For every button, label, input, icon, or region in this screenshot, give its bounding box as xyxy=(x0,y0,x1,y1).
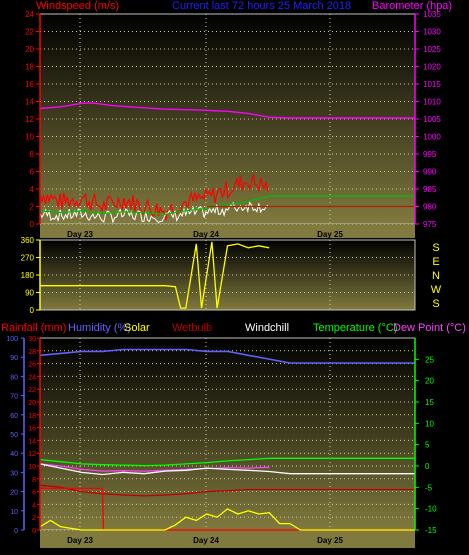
direction-label-0: S xyxy=(432,242,439,254)
wind-tick-label-10: 20 xyxy=(25,45,34,54)
rain-tick-label-12: 24 xyxy=(28,374,36,381)
temp-tick-label-2: -5 xyxy=(425,483,433,492)
humidity-tick-label-10: 100 xyxy=(6,336,18,343)
wind-day-label-1: Day 24 xyxy=(193,230,219,239)
rain-tick-label-11: 22 xyxy=(28,387,36,394)
temperature-axis-title: Temperature (°C) xyxy=(313,322,397,334)
baro-tick-label-10: 1025 xyxy=(423,45,441,54)
temp-tick-label-8: 25 xyxy=(425,355,434,364)
chart-panel-3 xyxy=(39,337,416,531)
temp-day-label-0: Day 23 xyxy=(67,536,93,545)
baro-tick-label-4: 995 xyxy=(423,150,437,159)
baro-tick-label-8: 1015 xyxy=(423,80,441,89)
rain-tick-label-2: 4 xyxy=(32,502,36,509)
wind-day-label-2: Day 25 xyxy=(317,230,343,239)
baro-tick-label-1: 980 xyxy=(423,203,437,212)
wind-tick-label-11: 22 xyxy=(25,28,34,37)
rain-tick-label-6: 12 xyxy=(28,451,36,458)
rain-tick-label-13: 26 xyxy=(28,362,36,369)
humidity-tick-label-0: 0 xyxy=(14,528,18,535)
wind-day-label-0: Day 23 xyxy=(67,230,93,239)
baro-tick-label-6: 1005 xyxy=(423,115,441,124)
temp-tick-label-0: -15 xyxy=(425,526,437,535)
solar-legend-label: Solar xyxy=(124,322,150,334)
direction-label-4: S xyxy=(432,298,439,310)
baro-tick-label-2: 985 xyxy=(423,185,437,194)
wind-tick-label-3: 6 xyxy=(30,168,35,177)
wind-day-strip xyxy=(40,224,415,238)
baro-tick-label-5: 1000 xyxy=(423,133,441,142)
wind-tick-label-6: 12 xyxy=(25,115,34,124)
wind-tick-label-0: 0 xyxy=(30,220,35,229)
baro-tick-label-7: 1010 xyxy=(423,98,441,107)
humidity-tick-label-6: 60 xyxy=(10,413,18,420)
temp-tick-label-4: 5 xyxy=(425,441,430,450)
rain-tick-label-4: 8 xyxy=(32,477,36,484)
humidity-tick-label-5: 50 xyxy=(10,432,18,439)
wind-tick-label-9: 18 xyxy=(25,63,34,72)
temp-tick-label-3: 0 xyxy=(425,462,430,471)
chart-title: Current last 72 hours 25 March 2018 xyxy=(172,0,351,12)
wind-tick-label-2: 4 xyxy=(30,185,35,194)
windchill-legend-label: Windchill xyxy=(245,322,289,334)
direction-label-3: W xyxy=(431,284,442,296)
dir-tick-label-4: 360 xyxy=(21,236,35,245)
direction-label-1: E xyxy=(432,256,439,268)
rain-tick-label-15: 30 xyxy=(28,336,36,343)
rain-tick-label-5: 10 xyxy=(28,464,36,471)
humidity-tick-label-8: 80 xyxy=(10,374,18,381)
baro-tick-label-0: 975 xyxy=(423,220,437,229)
humidity-tick-label-9: 90 xyxy=(10,355,18,362)
wetbulb-legend-label: Wetbulb xyxy=(172,322,212,334)
temp-tick-label-7: 20 xyxy=(425,377,434,386)
dir-tick-label-1: 90 xyxy=(25,289,34,298)
weather-graphs: 0 2 4 6 8 10 12 14 16 18 20 22 24 975 980 985 990 995 1000… xyxy=(0,0,469,555)
rain-tick-label-9: 18 xyxy=(28,413,36,420)
humidity-tick-label-1: 10 xyxy=(10,509,18,516)
wind-tick-label-4: 8 xyxy=(30,150,35,159)
temp-tick-label-5: 10 xyxy=(425,419,434,428)
temp-tick-label-1: -10 xyxy=(425,505,437,514)
direction-label-2: N xyxy=(432,270,440,282)
temp-day-strip xyxy=(40,530,415,548)
windspeed-axis-title: Windspeed (m/s) xyxy=(36,0,119,12)
dewpoint-axis-title: Dew Point (°C) xyxy=(393,322,466,334)
rain-tick-label-0: 0 xyxy=(32,528,36,535)
rain-tick-label-8: 16 xyxy=(28,426,36,433)
temp-tick-label-6: 15 xyxy=(425,398,434,407)
temp-day-label-1: Day 24 xyxy=(193,536,219,545)
humidity-tick-label-3: 30 xyxy=(10,470,18,477)
barometer-axis-title: Barometer (hpa) xyxy=(372,0,452,12)
wind-tick-label-8: 16 xyxy=(25,80,34,89)
rain-tick-label-7: 14 xyxy=(28,438,36,445)
baro-tick-label-3: 990 xyxy=(423,168,437,177)
rain-tick-label-3: 6 xyxy=(32,490,36,497)
baro-tick-label-11: 1030 xyxy=(423,28,441,37)
wind-tick-label-1: 2 xyxy=(30,203,35,212)
humidity-tick-label-2: 20 xyxy=(10,490,18,497)
dir-tick-label-0: 0 xyxy=(30,306,35,315)
rainfall-axis-title: Rainfall (mm) xyxy=(1,322,66,334)
rain-tick-label-1: 2 xyxy=(32,515,36,522)
temp-day-label-2: Day 25 xyxy=(317,536,343,545)
wind-tick-label-5: 10 xyxy=(25,133,34,142)
baro-tick-label-9: 1020 xyxy=(423,63,441,72)
wind-tick-label-7: 14 xyxy=(25,98,34,107)
wind-tick-label-12: 24 xyxy=(25,10,34,19)
rain-tick-label-14: 28 xyxy=(28,349,36,356)
humidity-tick-label-4: 40 xyxy=(10,451,18,458)
weather-chart-canvas: 0246810121416182022249759809859909951000… xyxy=(1,0,466,548)
rain-tick-label-10: 20 xyxy=(28,400,36,407)
dir-tick-label-2: 180 xyxy=(21,271,35,280)
humidity-axis-title: Humidity (%) xyxy=(68,322,131,334)
humidity-tick-label-7: 70 xyxy=(10,394,18,401)
dir-tick-label-3: 270 xyxy=(21,254,35,263)
